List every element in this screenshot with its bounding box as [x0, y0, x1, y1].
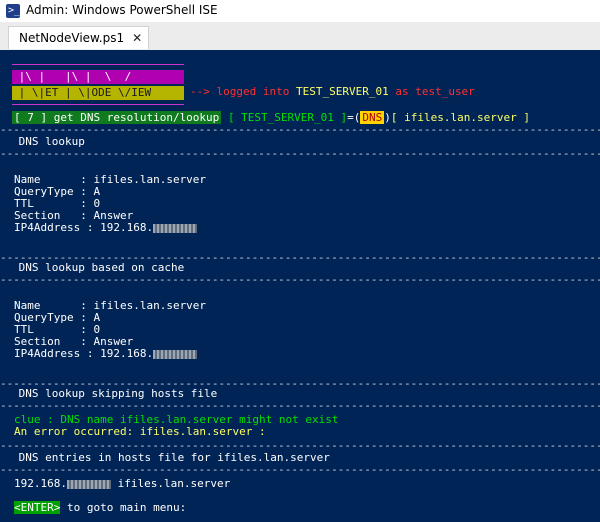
divider: ----------------------------------------… — [0, 124, 600, 136]
login-status: --> logged into TEST_SERVER_01 as test_u… — [190, 85, 475, 98]
masked-ip — [153, 349, 198, 359]
error-message: An error occurred: ifiles.lan.server : — [14, 425, 266, 438]
divider: ----------------------------------------… — [0, 400, 600, 412]
divider: ----------------------------------------… — [0, 274, 600, 286]
hosts-entry: 192.168. ifiles.lan.server — [14, 477, 231, 490]
window-titlebar: >_ Admin: Windows PowerShell ISE — [0, 0, 600, 22]
section-header-dns-cache: DNS lookup based on cache — [12, 261, 185, 274]
divider: ----------------------------------------… — [0, 148, 600, 160]
banner-line-1: |\ | |\ | \ / — [12, 70, 184, 84]
record-ip: IP4Address : 192.168. — [14, 348, 198, 360]
tab-strip: NetNodeView.ps1 ✕ — [0, 22, 600, 51]
main-menu-prompt[interactable]: <ENTER> to goto main menu: — [14, 501, 186, 514]
window-title: Admin: Windows PowerShell ISE — [26, 3, 218, 17]
tab-label: NetNodeView.ps1 — [19, 31, 125, 45]
console-pane[interactable]: |\ | |\ | \ / | \|ET | \|ODE \/IEW --> l… — [0, 50, 600, 522]
masked-ip — [153, 223, 198, 233]
tab-netnodeview[interactable]: NetNodeView.ps1 ✕ — [8, 26, 150, 49]
command-line: [ 7 ] get DNS resolution/lookup [ TEST_S… — [12, 111, 530, 124]
ascii-banner: |\ | |\ | \ / | \|ET | \|ODE \/IEW — [12, 64, 184, 106]
section-header-hosts-file: DNS entries in hosts file for ifiles.lan… — [12, 451, 330, 464]
close-icon[interactable]: ✕ — [132, 32, 142, 44]
masked-ip — [66, 479, 111, 489]
powershell-icon: >_ — [6, 4, 21, 18]
section-header-dns-skip: DNS lookup skipping hosts file — [12, 387, 218, 400]
divider: ----------------------------------------… — [0, 464, 600, 476]
banner-line-2: | \|ET | \|ODE \/IEW — [12, 86, 184, 100]
record-ip: IP4Address : 192.168. — [14, 222, 198, 234]
section-header-dns-lookup: DNS lookup — [12, 135, 85, 148]
enter-key-label: <ENTER> — [14, 501, 61, 514]
